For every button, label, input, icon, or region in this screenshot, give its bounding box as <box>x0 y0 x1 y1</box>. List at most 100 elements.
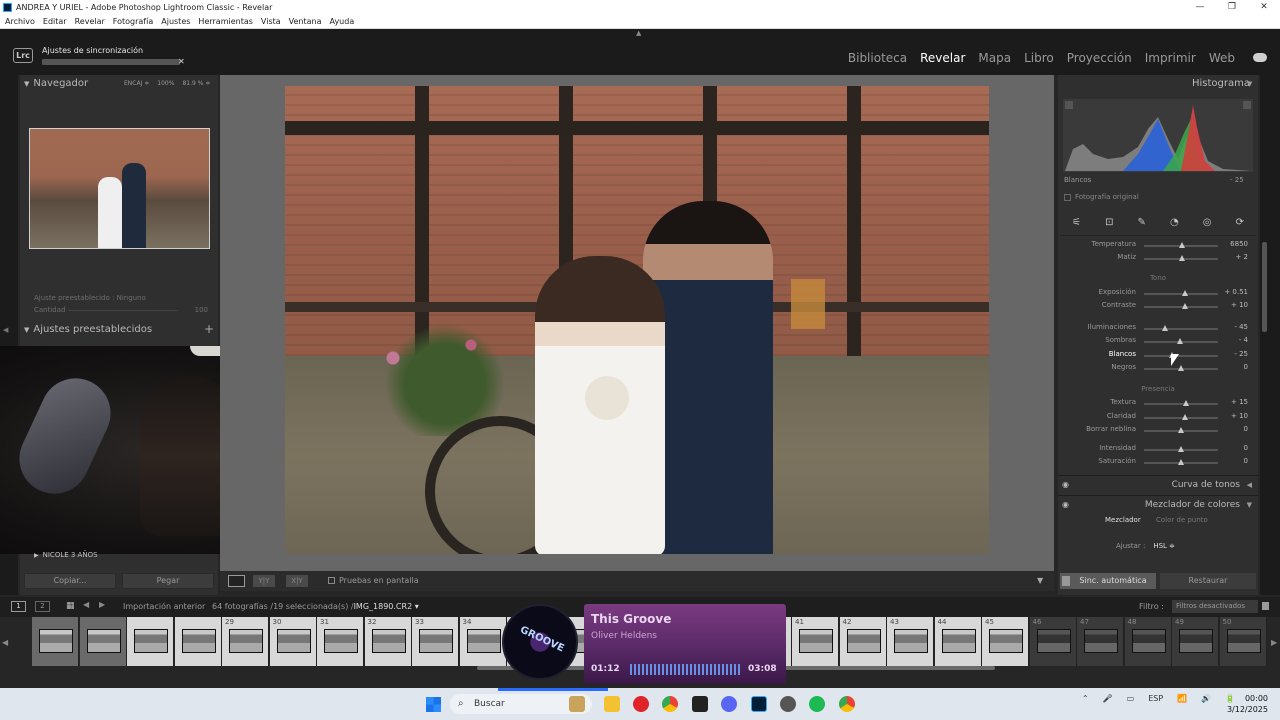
slider-value[interactable]: - 25 <box>1234 350 1248 358</box>
reset-button[interactable]: Restaurar <box>1160 573 1256 589</box>
tab-mixer[interactable]: Mezclador <box>1105 516 1141 524</box>
slider-value[interactable]: + 15 <box>1231 398 1248 406</box>
slider-value[interactable]: 0 <box>1244 425 1248 433</box>
red-eye-icon[interactable]: ◔ <box>1170 217 1179 228</box>
menu-vista[interactable]: Vista <box>261 15 281 28</box>
edit-sliders-icon[interactable]: ⚟ <box>1072 217 1081 228</box>
filmstrip-thumbnail[interactable]: 29 <box>222 617 269 666</box>
cloud-sync-icon[interactable] <box>1253 53 1267 62</box>
close-window-button[interactable]: ✕ <box>1248 0 1280 15</box>
menu-ventana[interactable]: Ventana <box>289 15 322 28</box>
filmstrip-thumbnail[interactable] <box>32 617 79 666</box>
slider-row-negros[interactable]: Negros 0 <box>1060 363 1256 375</box>
softproof-toggle[interactable]: Pruebas en pantalla <box>328 576 419 585</box>
opera-icon[interactable] <box>633 696 649 712</box>
filmstrip-thumbnail[interactable]: 34 <box>459 617 507 666</box>
collapse-triangle-icon[interactable]: ▼ <box>1247 80 1252 88</box>
language-indicator[interactable]: ESP <box>1148 694 1163 703</box>
slider-knob[interactable] <box>1178 255 1185 261</box>
filmstrip-thumbnail[interactable]: 45 <box>982 617 1029 666</box>
minimize-button[interactable]: — <box>1184 0 1216 15</box>
slider-knob[interactable] <box>1183 400 1190 406</box>
histogram[interactable] <box>1063 99 1253 172</box>
slider-value[interactable]: + 10 <box>1231 301 1248 309</box>
copy-button[interactable]: Copiar... <box>24 573 116 589</box>
slider-value[interactable]: 0 <box>1244 363 1248 371</box>
module-mapa[interactable]: Mapa <box>978 51 1011 65</box>
current-file[interactable]: IMG_1890.CR2 ▾ <box>354 602 419 611</box>
module-web[interactable]: Web <box>1209 51 1235 65</box>
filmstrip-thumbnail[interactable]: 47 <box>1077 617 1124 666</box>
filter-select[interactable]: Filtros desactivados <box>1172 600 1258 613</box>
slider-value[interactable]: 0 <box>1244 444 1248 452</box>
right-panel-scrollbar[interactable] <box>1262 242 1267 332</box>
window-2-button[interactable]: 2 <box>35 601 50 612</box>
volume-icon[interactable]: 🔊 <box>1201 694 1211 703</box>
filmstrip-thumbnail[interactable]: 49 <box>1172 617 1219 666</box>
slider-row-intensidad[interactable]: Intensidad 0 <box>1060 444 1256 456</box>
lock-icon[interactable] <box>1262 602 1269 610</box>
slider-value[interactable]: - 45 <box>1234 323 1248 331</box>
spotify-icon[interactable] <box>809 696 825 712</box>
notion-icon[interactable] <box>692 696 708 712</box>
before-after-yy-button[interactable]: Y|Y <box>253 575 275 587</box>
widget-icon[interactable] <box>569 696 585 712</box>
filmstrip-thumbnail[interactable]: 43 <box>887 617 934 666</box>
filmstrip-thumbnail[interactable] <box>127 617 174 666</box>
loupe-view-icon[interactable] <box>228 575 245 587</box>
slider-knob[interactable] <box>1182 290 1189 296</box>
slider-knob[interactable] <box>1161 325 1168 331</box>
original-photo-toggle[interactable]: Fotografía original <box>1064 193 1139 201</box>
slider-row-sombras[interactable]: Sombras - 4 <box>1060 336 1256 348</box>
chrome-icon[interactable] <box>662 696 678 712</box>
slider-row-matiz[interactable]: Matiz + 2 <box>1060 253 1256 265</box>
eye-icon[interactable]: ◉ <box>1062 476 1069 494</box>
adjust-value[interactable]: HSL ≑ <box>1153 542 1175 550</box>
zoom-custom[interactable]: 81.9 % ≑ <box>182 80 210 87</box>
filmstrip-thumbnail[interactable]: 31 <box>317 617 364 666</box>
microphone-icon[interactable]: 🎤 <box>1103 694 1113 703</box>
slider-value[interactable]: 6850 <box>1230 240 1248 248</box>
menu-ayuda[interactable]: Ayuda <box>330 15 355 28</box>
menu-editar[interactable]: Editar <box>43 15 67 28</box>
filmstrip-thumbnail[interactable]: 32 <box>364 617 412 666</box>
paste-button[interactable]: Pegar <box>122 573 214 589</box>
module-biblioteca[interactable]: Biblioteca <box>848 51 907 65</box>
slider-row-claridad[interactable]: Claridad + 10 <box>1060 412 1256 424</box>
back-arrow-icon[interactable]: ◀ <box>83 600 89 609</box>
slider-knob[interactable] <box>1178 427 1184 433</box>
filmstrip-thumbnail[interactable]: 44 <box>934 617 982 666</box>
slider-value[interactable]: + 2 <box>1235 253 1248 261</box>
histogram-title[interactable]: Histograma <box>1160 78 1250 89</box>
lightroom-taskbar-icon[interactable] <box>751 696 767 712</box>
crop-icon[interactable]: ⊡ <box>1105 217 1113 228</box>
display-icon[interactable]: ▭ <box>1127 694 1135 703</box>
tab-point-color[interactable]: Color de punto <box>1156 516 1208 524</box>
slider-track[interactable] <box>1144 293 1218 295</box>
menu-ajustes[interactable]: Ajustes <box>161 15 190 28</box>
maximize-button[interactable]: ❐ <box>1216 0 1248 15</box>
tone-curve-header[interactable]: ◉ Curva de tonos ◀ <box>1058 475 1258 493</box>
menu-fotografia[interactable]: Fotografía <box>113 15 153 28</box>
slider-row-saturación[interactable]: Saturación 0 <box>1060 457 1256 469</box>
slider-row-exposición[interactable]: Exposición + 0.51 <box>1060 288 1256 300</box>
module-imprimir[interactable]: Imprimir <box>1145 51 1196 65</box>
color-mixer-header[interactable]: ◉ Mezclador de colores ▼ <box>1058 495 1258 513</box>
slider-row-borrar-neblina[interactable]: Borrar neblina 0 <box>1060 425 1256 437</box>
slider-knob[interactable] <box>1178 446 1184 452</box>
mixer-adjust-select[interactable]: Ajustar : HSL ≑ <box>1116 542 1175 550</box>
slider-row-blancos[interactable]: Blancos - 25 <box>1060 350 1256 362</box>
softproof-checkbox[interactable] <box>328 577 335 584</box>
menu-herramientas[interactable]: Herramientas <box>198 15 253 28</box>
sync-auto-button[interactable]: Sinc. automática <box>1060 573 1156 589</box>
main-photo[interactable] <box>285 86 989 554</box>
filmstrip-thumbnail[interactable]: 46 <box>1029 617 1077 666</box>
zoom-100[interactable]: 100% <box>157 80 174 87</box>
original-photo-checkbox[interactable] <box>1064 193 1071 201</box>
folder-item[interactable]: ▶ NICOLE 3 AÑOS <box>24 551 218 559</box>
filmstrip-thumbnail[interactable] <box>79 617 127 666</box>
module-proyeccion[interactable]: Proyección <box>1067 51 1132 65</box>
windows-start-icon[interactable] <box>426 697 441 712</box>
masking-icon[interactable]: ◎ <box>1203 217 1212 228</box>
top-panel-toggle-icon[interactable]: ▲ <box>636 29 641 37</box>
